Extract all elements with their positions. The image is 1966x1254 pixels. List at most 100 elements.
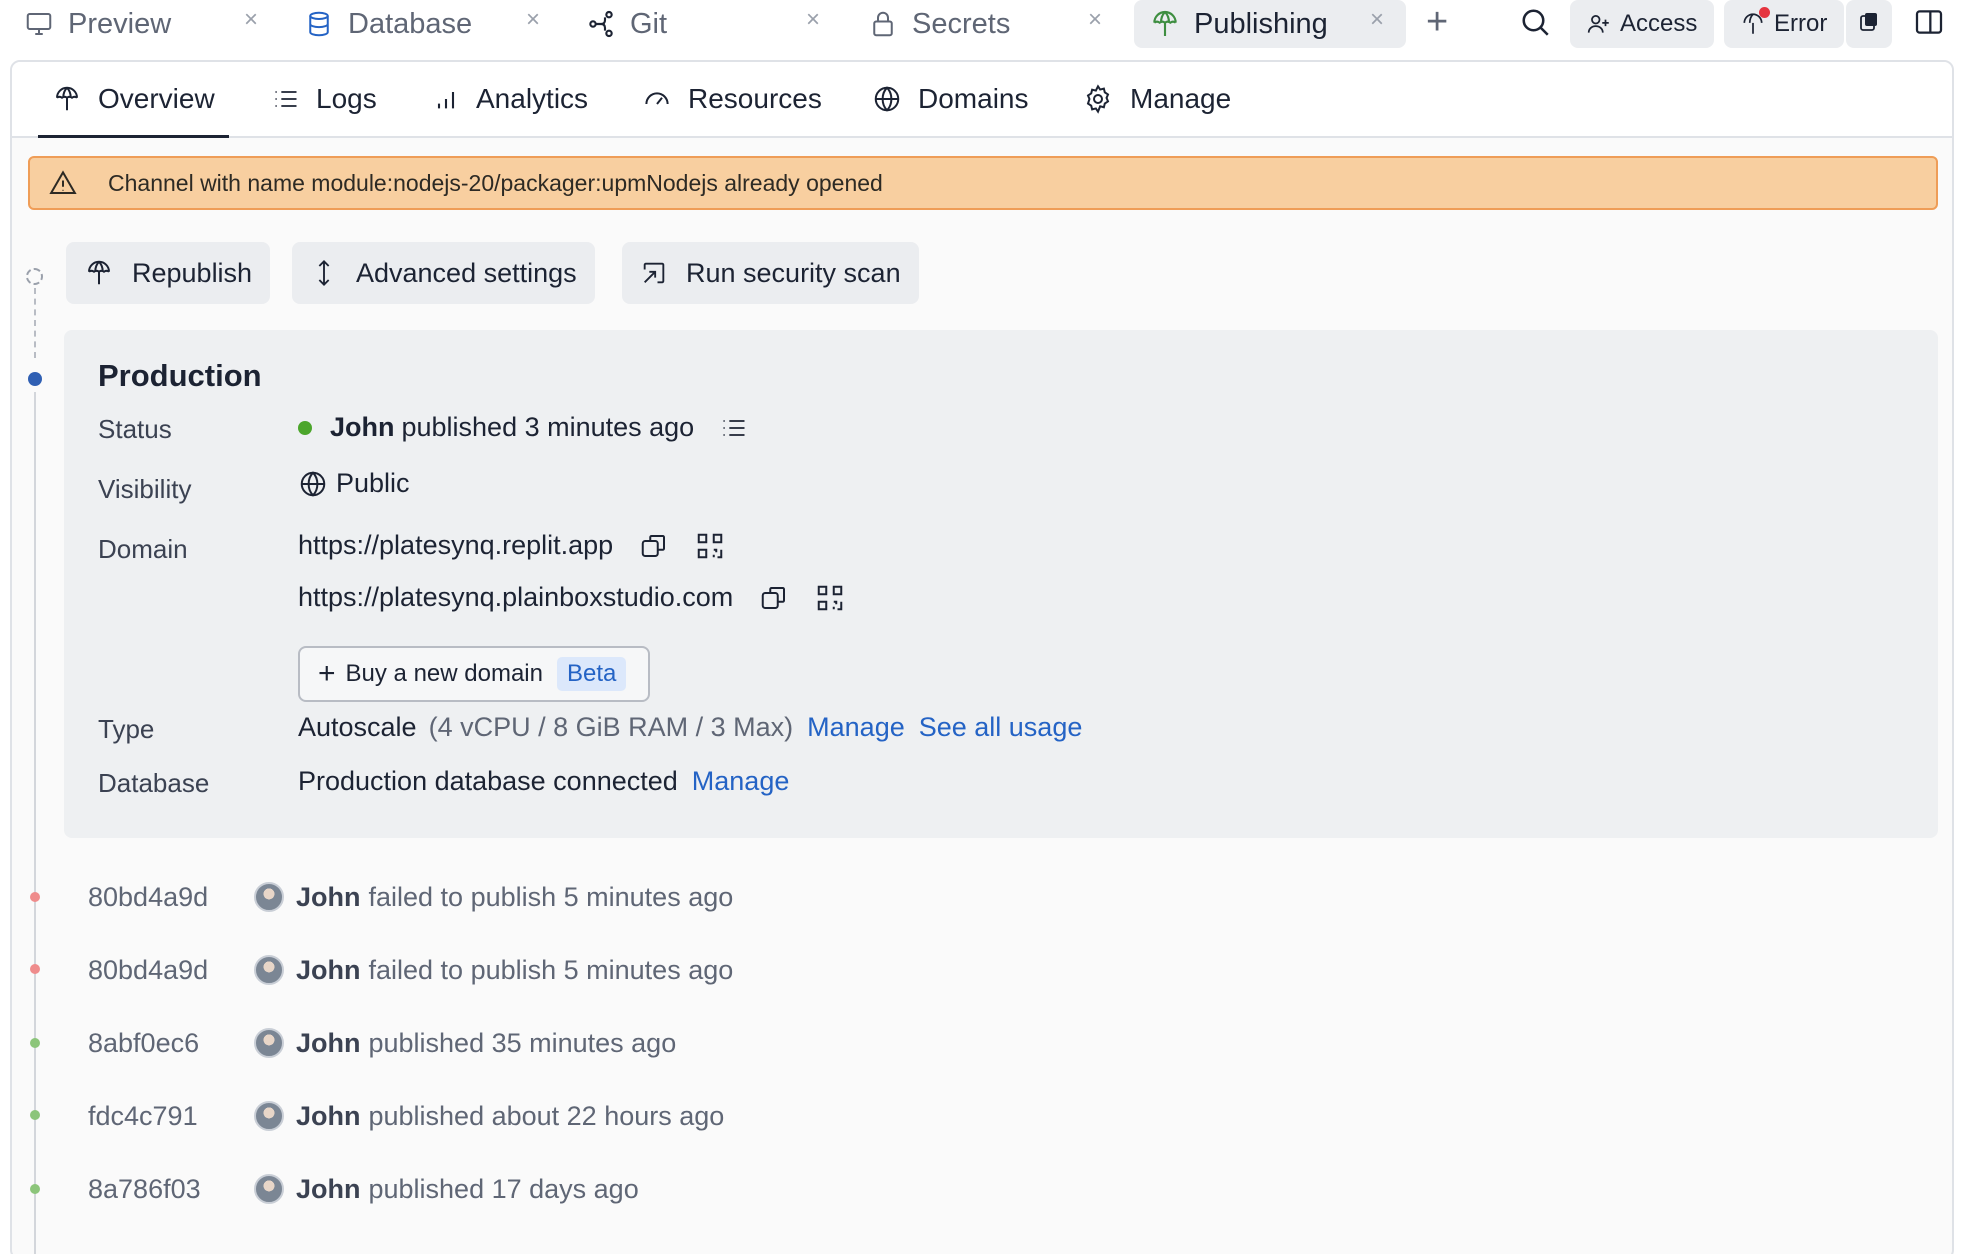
- manage-type-link[interactable]: Manage: [807, 712, 905, 743]
- warning-message: Channel with name module:nodejs-20/packa…: [108, 169, 883, 196]
- avatar: [254, 1028, 284, 1058]
- avatar: [254, 1101, 284, 1131]
- avatar: [254, 882, 284, 912]
- publish-icon: [52, 84, 82, 114]
- tab-overview[interactable]: Overview: [38, 62, 229, 138]
- status-label: Status: [98, 414, 172, 444]
- view-logs-list-icon[interactable]: [720, 414, 748, 442]
- run-security-scan-button[interactable]: Run security scan: [622, 242, 919, 304]
- close-icon[interactable]: ×: [526, 6, 540, 34]
- status-success-dot: [298, 420, 312, 435]
- timeline-current-dot: [28, 372, 42, 386]
- tab-resources[interactable]: Resources: [642, 62, 822, 136]
- type-value: Autoscale (4 vCPU / 8 GiB RAM / 3 Max) M…: [298, 712, 1082, 743]
- type-detail: (4 vCPU / 8 GiB RAM / 3 Max): [428, 712, 794, 742]
- tab-label: Manage: [1130, 83, 1232, 114]
- status-text: published 3 minutes ago: [401, 412, 695, 442]
- tab-label: Overview: [98, 83, 215, 114]
- notifications-button[interactable]: [1846, 0, 1892, 48]
- tab-label: Publishing: [1194, 7, 1328, 40]
- tab-secrets[interactable]: Secrets ×: [866, 0, 1116, 48]
- tab-database[interactable]: Database ×: [302, 0, 552, 48]
- tab-publishing[interactable]: Publishing ×: [1134, 0, 1406, 48]
- timeline-line: [34, 392, 36, 1254]
- monitor-icon: [22, 7, 56, 41]
- timeline-pending-dot: [26, 268, 43, 285]
- domain-link[interactable]: https://platesynq.replit.app: [298, 530, 613, 561]
- access-button[interactable]: Access: [1570, 0, 1714, 48]
- gear-icon: [1082, 83, 1114, 115]
- history-user: John: [296, 1027, 361, 1058]
- publish-icon: [84, 258, 114, 288]
- history-success-dot: [30, 1184, 40, 1194]
- history-user: John: [296, 881, 361, 912]
- history-row[interactable]: fdc4c791 John published about 22 hours a…: [88, 1096, 724, 1136]
- close-icon[interactable]: ×: [1370, 6, 1384, 34]
- tab-domains[interactable]: Domains: [872, 62, 1028, 136]
- split-pane-icon: [1913, 6, 1945, 43]
- new-tab-plus-icon[interactable]: +: [1426, 3, 1448, 41]
- history-success-dot: [30, 1110, 40, 1120]
- error-status-icon: [1740, 7, 1770, 37]
- access-label: Access: [1620, 10, 1698, 37]
- search-icon[interactable]: [1517, 4, 1553, 45]
- button-label: Advanced settings: [356, 257, 577, 288]
- database-value: Production database connected Manage: [298, 766, 789, 797]
- domain-link[interactable]: https://platesynq.plainboxstudio.com: [298, 582, 733, 613]
- history-failed-dot: [30, 892, 40, 902]
- commit-hash: 8a786f03: [88, 1173, 201, 1204]
- publishing-subtabs: Overview Logs Analytics Resources Domain…: [12, 62, 1952, 138]
- database-label: Database: [98, 768, 210, 798]
- history-user: John: [296, 1173, 361, 1204]
- qr-code-icon[interactable]: [695, 531, 725, 561]
- tab-label: Resources: [688, 83, 822, 114]
- button-label: Republish: [132, 257, 253, 288]
- history-row[interactable]: 8a786f03 John published 17 days ago: [88, 1169, 639, 1209]
- history-success-dot: [30, 1038, 40, 1048]
- add-user-icon: [1586, 11, 1612, 37]
- list-icon: [272, 85, 300, 113]
- close-icon[interactable]: ×: [806, 6, 820, 34]
- publishing-panel: Overview Logs Analytics Resources Domain…: [10, 60, 1954, 1254]
- button-label: Run security scan: [686, 257, 901, 288]
- type-label: Type: [98, 714, 155, 744]
- production-title: Production: [98, 358, 262, 393]
- timeline-dashed-line: [34, 288, 36, 358]
- visibility-label: Visibility: [98, 474, 192, 504]
- history-text: published 17 days ago: [368, 1173, 639, 1204]
- git-branch-icon: [584, 7, 618, 41]
- history-text: published about 22 hours ago: [368, 1100, 725, 1131]
- tab-manage[interactable]: Manage: [1082, 62, 1231, 136]
- error-button[interactable]: Error: [1724, 0, 1844, 48]
- close-icon[interactable]: ×: [1088, 6, 1102, 34]
- manage-database-link[interactable]: Manage: [692, 766, 790, 797]
- history-text: published 35 minutes ago: [368, 1027, 677, 1058]
- tab-logs[interactable]: Logs: [272, 62, 377, 136]
- buy-domain-button[interactable]: + Buy a new domain Beta: [298, 646, 650, 702]
- copy-icon[interactable]: [639, 531, 669, 561]
- see-all-usage-link[interactable]: See all usage: [919, 712, 1083, 743]
- history-text: failed to publish 5 minutes ago: [368, 881, 734, 912]
- toggle-pane-button[interactable]: [1906, 0, 1952, 48]
- copy-icon[interactable]: [759, 583, 789, 613]
- tab-label: Git: [630, 7, 668, 40]
- history-user: John: [296, 954, 361, 985]
- database-text: Production database connected: [298, 766, 678, 796]
- tab-label: Logs: [316, 83, 377, 114]
- tab-label: Domains: [918, 83, 1029, 114]
- tab-preview[interactable]: Preview ×: [22, 0, 272, 48]
- tab-analytics[interactable]: Analytics: [432, 62, 588, 136]
- history-row[interactable]: 8abf0ec6 John published 35 minutes ago: [88, 1023, 676, 1063]
- history-row[interactable]: 80bd4a9d John failed to publish 5 minute…: [88, 877, 733, 917]
- domain-label: Domain: [98, 534, 188, 564]
- tab-git[interactable]: Git ×: [584, 0, 834, 48]
- advanced-settings-button[interactable]: Advanced settings: [292, 242, 595, 304]
- error-label: Error: [1774, 10, 1828, 37]
- history-row[interactable]: 80bd4a9d John failed to publish 5 minute…: [88, 950, 733, 990]
- qr-code-icon[interactable]: [815, 583, 845, 613]
- close-icon[interactable]: ×: [244, 6, 258, 34]
- commit-hash: fdc4c791: [88, 1100, 198, 1131]
- history-failed-dot: [30, 964, 40, 974]
- publish-icon: [1148, 7, 1182, 41]
- republish-button[interactable]: Republish: [66, 242, 271, 304]
